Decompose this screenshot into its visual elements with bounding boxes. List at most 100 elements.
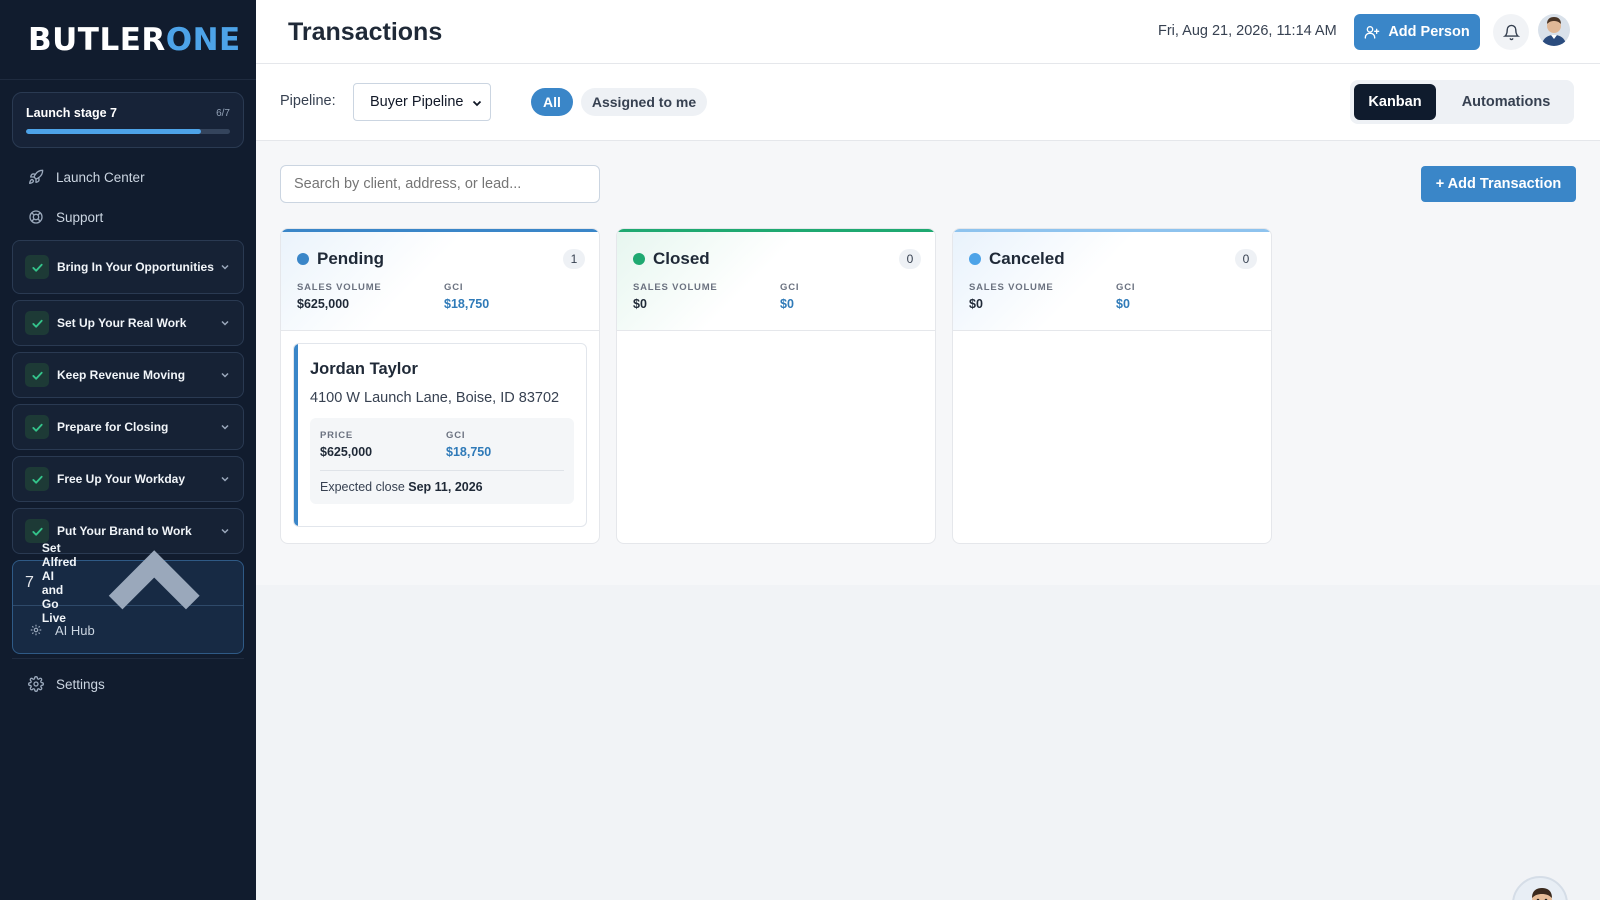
stat-value: $18,750: [446, 445, 492, 459]
card-accent-edge: [294, 344, 298, 526]
launch-stage-item[interactable]: Prepare for Closing: [12, 404, 244, 450]
kanban-view-button[interactable]: Kanban: [1354, 84, 1436, 120]
check-icon: [25, 311, 49, 335]
column-pending-title: Pending: [297, 249, 384, 269]
automations-view-button[interactable]: Automations: [1446, 84, 1566, 120]
chevron-down-icon: [221, 264, 229, 270]
stat-label: SALES VOLUME: [969, 282, 1054, 293]
launch-progress-bar: [26, 129, 230, 134]
chevron-down-icon: [221, 424, 229, 430]
stat-label: GCI: [1116, 282, 1136, 293]
nav-support-label: Support: [56, 209, 104, 225]
brand-suffix: ONE: [165, 21, 241, 58]
launch-stage-item[interactable]: Set Up Your Real Work: [12, 300, 244, 346]
page-background: [256, 585, 1600, 900]
stat-label: GCI: [780, 282, 800, 293]
column-pending: Pending 1 SALES VOLUME $625,000 GCI $18,…: [280, 228, 600, 544]
notifications-button[interactable]: [1493, 14, 1529, 50]
stat-value: $18,750: [444, 297, 490, 311]
column-pending-title-text: Pending: [317, 249, 385, 268]
transaction-card[interactable]: Jordan Taylor 4100 W Launch Lane, Boise,…: [293, 343, 587, 527]
column-canceled-count: 0: [1235, 249, 1257, 269]
gear-icon: [28, 676, 44, 692]
nav-support[interactable]: Support: [28, 209, 103, 225]
stage-7-number: 7: [25, 574, 34, 591]
stat-value: $0: [780, 297, 794, 311]
pipeline-label: Pipeline:: [280, 93, 336, 109]
filter-assigned-pill[interactable]: Assigned to me: [581, 88, 707, 116]
chevron-down-icon: [221, 476, 229, 482]
chevron-down-icon: [221, 320, 229, 326]
sidebar-divider: [12, 658, 244, 659]
sidebar: BUTLERONE Launch stage 7 6/7 Launch Cent…: [0, 0, 256, 900]
column-canceled-title: Canceled: [969, 249, 1065, 269]
launch-progress-card[interactable]: Launch stage 7 6/7: [12, 92, 244, 148]
launch-stage-item[interactable]: Keep Revenue Moving: [12, 352, 244, 398]
stat-label: PRICE: [320, 430, 354, 441]
pipeline-select-value: Buyer Pipeline: [370, 94, 464, 110]
user-avatar[interactable]: [1538, 14, 1570, 46]
launch-stage-item[interactable]: Bring In Your Opportunities: [12, 240, 244, 294]
check-icon: [25, 519, 49, 543]
column-closed-count: 0: [899, 249, 921, 269]
chevron-down-icon: [472, 100, 482, 107]
stat-label: GCI: [444, 282, 464, 293]
column-pending-gci: GCI $18,750: [444, 282, 489, 311]
check-icon: [25, 467, 49, 491]
brand-prefix: BUTLER: [28, 21, 166, 58]
nav-ai-hub-label: AI Hub: [55, 622, 95, 638]
column-closed-title: Closed: [633, 249, 710, 269]
top-header: Transactions Fri, Aug 21, 2026, 11:14 AM…: [256, 0, 1600, 64]
expected-close-label: Expected close: [320, 480, 405, 494]
launch-stage-item[interactable]: Free Up Your Workday: [12, 456, 244, 502]
add-person-button[interactable]: Add Person: [1354, 14, 1480, 50]
add-transaction-button[interactable]: + Add Transaction: [1421, 166, 1576, 202]
column-canceled: Canceled 0 SALES VOLUME $0 GCI $0: [952, 228, 1272, 544]
detail-divider: [320, 470, 564, 471]
search-input[interactable]: [280, 165, 600, 203]
nav-settings[interactable]: Settings: [28, 676, 105, 692]
check-icon: [25, 255, 49, 279]
pipeline-select[interactable]: Buyer Pipeline: [353, 83, 491, 121]
user-plus-icon: [1364, 26, 1380, 39]
launch-stage-count: 6/7: [216, 107, 230, 119]
column-canceled-header: Canceled 0 SALES VOLUME $0 GCI $0: [953, 229, 1271, 331]
current-datetime: Fri, Aug 21, 2026, 11:14 AM: [1158, 23, 1337, 39]
stat-value: $0: [633, 297, 647, 311]
column-closed-accent: [617, 229, 935, 232]
status-dot: [633, 253, 645, 265]
column-closed: Closed 0 SALES VOLUME $0 GCI $0: [616, 228, 936, 544]
status-dot: [969, 253, 981, 265]
stat-value: $625,000: [297, 297, 350, 311]
view-toggle: Kanban Automations: [1350, 80, 1574, 124]
nav-launch-center-label: Launch Center: [56, 169, 145, 185]
column-canceled-gci: GCI $0: [1116, 282, 1135, 311]
expected-close: Expected close Sep 11, 2026: [320, 480, 483, 494]
rocket-icon: [29, 169, 44, 184]
expected-close-date: Sep 11, 2026: [408, 480, 483, 494]
stage-7-label: Set Alfred AI and Go Live: [41, 541, 77, 625]
launch-stage-title: Launch stage 7: [26, 106, 117, 120]
transaction-details: PRICE $625,000 GCI $18,750 Expected clos…: [310, 418, 574, 504]
column-pending-sales-volume: SALES VOLUME $625,000: [297, 282, 382, 311]
stat-value: $0: [969, 297, 983, 311]
stage-7-header[interactable]: 7 Set Alfred AI and Go Live: [13, 541, 243, 625]
check-icon: [25, 415, 49, 439]
add-person-label: Add Person: [1388, 24, 1470, 40]
filter-all-pill[interactable]: All: [531, 88, 573, 116]
column-pending-accent: [281, 229, 599, 232]
stat-label: SALES VOLUME: [633, 282, 718, 293]
launch-stage-label: Bring In Your Opportunities: [57, 260, 214, 274]
page-title: Transactions: [288, 18, 443, 46]
column-canceled-accent: [953, 229, 1271, 232]
brand-logo[interactable]: BUTLERONE: [0, 0, 256, 80]
launch-progress-fill: [26, 129, 202, 134]
column-closed-header: Closed 0 SALES VOLUME $0 GCI $0: [617, 229, 935, 331]
lifebuoy-icon: [29, 210, 43, 224]
status-dot: [297, 253, 309, 265]
nav-launch-center[interactable]: Launch Center: [28, 169, 145, 185]
column-canceled-sales-volume: SALES VOLUME $0: [969, 282, 1054, 311]
column-pending-header: Pending 1 SALES VOLUME $625,000 GCI $18,…: [281, 229, 599, 331]
chevron-up-icon: [108, 550, 200, 610]
stage-7-expanded: 7 Set Alfred AI and Go Live AI Hub: [12, 541, 244, 654]
